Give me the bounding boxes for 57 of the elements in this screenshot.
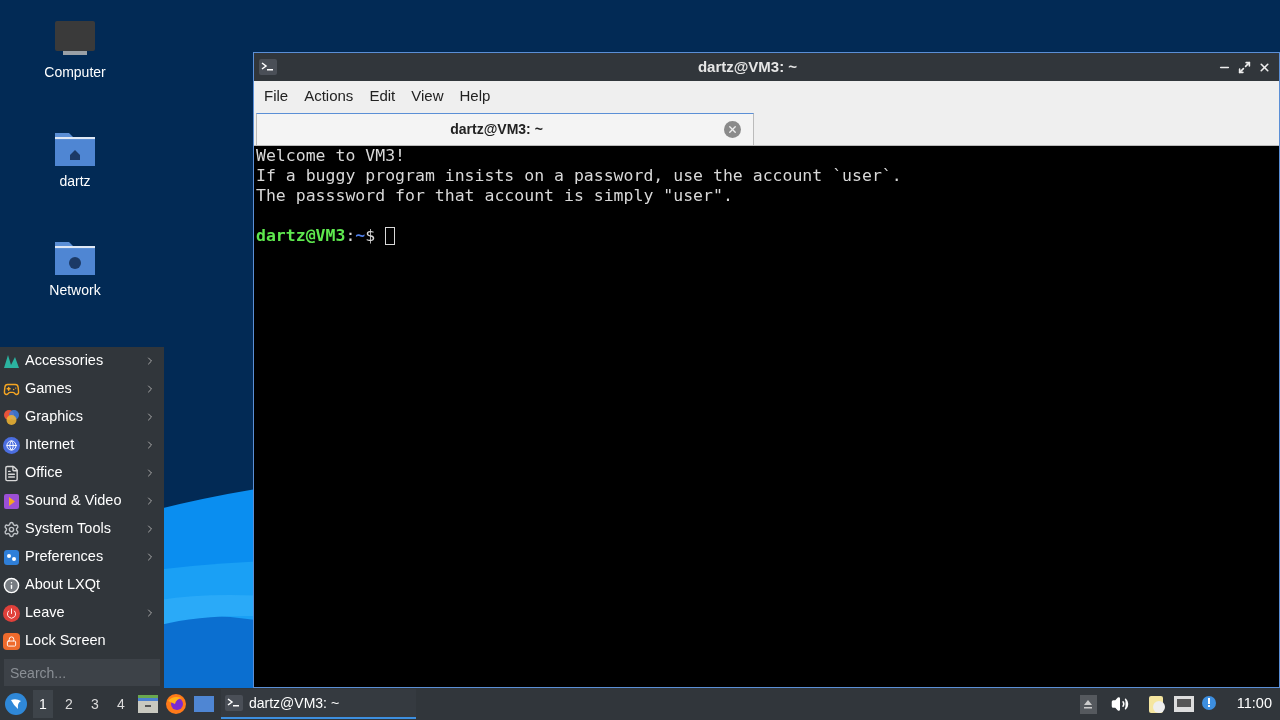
task-button[interactable]: dartz@VM3: ~ [221, 689, 416, 719]
power-icon [3, 604, 20, 622]
gear-icon [3, 520, 20, 538]
menu-item[interactable]: System Tools [0, 515, 164, 543]
output-line: If a buggy program insists on a password, use the account `user`. [256, 166, 902, 186]
tab[interactable]: dartz@VM3: ~ [256, 113, 754, 145]
search-field[interactable]: Search... [4, 659, 160, 686]
media-icon [3, 492, 20, 510]
prompt-colon: : [345, 226, 356, 246]
output-line: Welcome to VM3! [256, 146, 405, 166]
menu-item[interactable]: Preferences [0, 543, 164, 571]
palette-icon [3, 408, 20, 426]
menu-bar-item[interactable]: View [404, 84, 451, 108]
globe-icon [3, 436, 20, 454]
desktop-icon-label[interactable]: Network [49, 280, 101, 301]
prompt-path: ~ [355, 226, 366, 246]
workspace-button[interactable]: 2 [59, 690, 79, 718]
menu-item[interactable]: Leave [0, 599, 164, 627]
monitor-icon [54, 20, 96, 58]
prompt-symbol: $ [365, 226, 376, 246]
menu-bar-item[interactable]: Edit [362, 84, 403, 108]
tab-close-icon[interactable] [724, 121, 741, 138]
workspace-button[interactable]: 3 [85, 690, 105, 718]
menu-bar-item[interactable]: File [257, 84, 296, 108]
preferences-icon [3, 548, 20, 566]
menu-bar-item[interactable]: Help [452, 84, 498, 108]
volume-icon[interactable] [1110, 695, 1129, 713]
desktop-icon-label[interactable]: dartz [59, 171, 91, 192]
clock[interactable]: 11:00 [1236, 693, 1272, 715]
document-icon [3, 464, 20, 482]
browser-icon[interactable] [165, 693, 187, 715]
text-cursor [385, 227, 396, 245]
menu-item[interactable]: Graphics [0, 403, 164, 431]
terminal-icon [259, 59, 277, 75]
terminal-icon [225, 695, 243, 711]
window-title: dartz@VM3: ~ [696, 56, 799, 77]
menu-bar-item[interactable]: Actions [297, 84, 361, 108]
workspace-button[interactable]: 4 [111, 690, 131, 718]
maximize-icon[interactable] [1238, 60, 1251, 74]
close-icon[interactable] [1258, 60, 1271, 74]
info-icon [3, 576, 20, 594]
start-menu-button[interactable] [5, 693, 27, 715]
menu-item[interactable]: Sound & Video [0, 487, 164, 515]
lock-icon [3, 632, 20, 650]
prompt-user-host: dartz@VM3 [256, 226, 346, 246]
menu-item[interactable]: Internet [0, 431, 164, 459]
menu-item[interactable]: Office [0, 459, 164, 487]
menu-item[interactable]: Games [0, 375, 164, 403]
menu-item[interactable]: Accessories [0, 347, 164, 375]
menu-item[interactable]: Lock Screen [0, 627, 164, 655]
menu-item[interactable]: About LXQt [0, 571, 164, 599]
eject-icon[interactable] [1079, 694, 1097, 714]
file-manager-icon[interactable] [137, 694, 159, 714]
desktop-icon[interactable] [193, 695, 215, 713]
desktop-icon-label[interactable]: Computer [44, 62, 106, 83]
output-line: The passsword for that account is simply "user". [256, 186, 733, 206]
workspace-button[interactable]: 1 [33, 690, 53, 718]
